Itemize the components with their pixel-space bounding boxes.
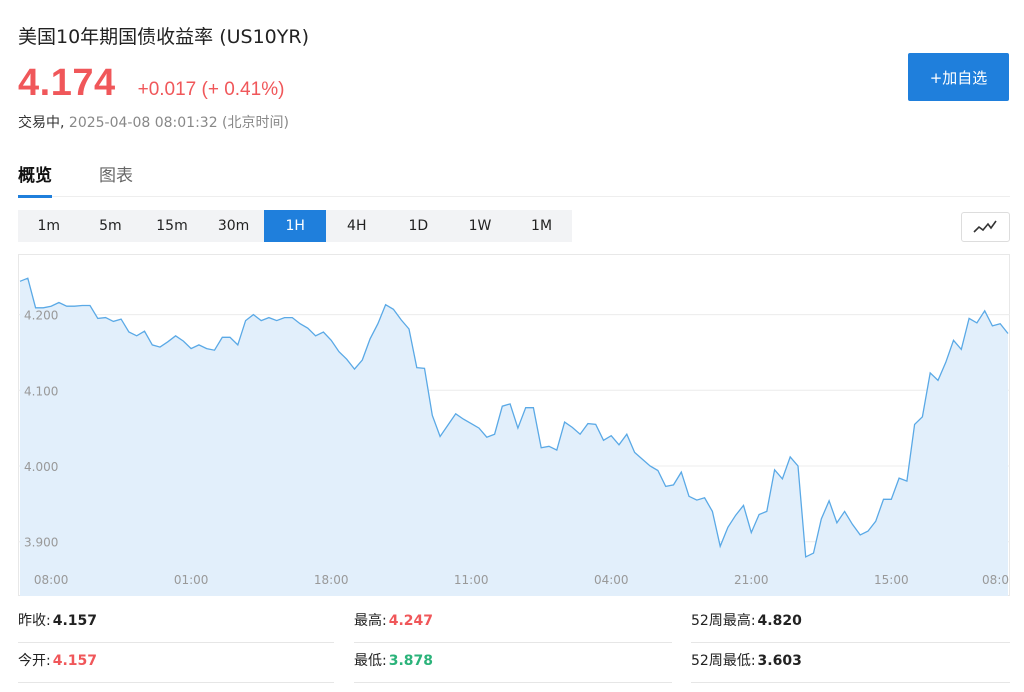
y-tick-label: 4.200: [24, 309, 58, 323]
x-tick-label: 08:00: [34, 573, 69, 587]
x-tick-label: 08:0: [982, 573, 1009, 587]
stat-label: 昨收:: [18, 613, 51, 629]
y-tick-label: 4.000: [24, 460, 58, 474]
stat-low: 最低: 3.878: [354, 642, 672, 683]
stat-value: 4.820: [757, 613, 802, 629]
tab-chart[interactable]: 图表: [99, 161, 133, 186]
stat-label: 最高:: [354, 613, 387, 629]
price-chart[interactable]: 4.200 4.100 4.000 3.900 08:00 01:00 18:00 11:00…: [18, 254, 1010, 596]
stat-52w-high: 52周最高: 4.820: [691, 602, 1010, 643]
x-tick-label: 11:00: [454, 573, 489, 587]
stat-label: 52周最低:: [691, 653, 756, 669]
interval-15m[interactable]: 15m: [141, 210, 203, 242]
x-tick-label: 18:00: [314, 573, 349, 587]
interval-selector: 1m 5m 15m 30m 1H 4H 1D 1W 1M: [18, 210, 573, 242]
stat-high: 最高: 4.247: [354, 602, 672, 643]
x-tick-label: 21:00: [734, 573, 769, 587]
timestamp: 2025-04-08 08:01:32 (北京时间): [68, 115, 289, 131]
current-price: 4.174: [18, 62, 116, 104]
price-change: +0.017 (+ 0.41%): [137, 79, 285, 100]
line-chart-icon: [973, 220, 997, 233]
trading-status: 交易中, 2025-04-08 08:01:32 (北京时间): [18, 112, 289, 132]
x-tick-label: 15:00: [874, 573, 909, 587]
stat-label: 今开:: [18, 653, 51, 669]
stat-value: 4.157: [52, 613, 98, 629]
stat-value: 4.157: [52, 653, 98, 669]
stat-prev-close: 昨收: 4.157: [18, 602, 334, 643]
interval-1m[interactable]: 1m: [18, 210, 80, 242]
stat-value: 4.247: [388, 613, 434, 629]
y-tick-label: 3.900: [24, 536, 58, 550]
page-title: 美国10年期国债收益率 (US10YR): [18, 26, 309, 48]
stat-value: 3.603: [757, 653, 802, 669]
interval-5m[interactable]: 5m: [80, 210, 142, 242]
x-tick-label: 04:00: [594, 573, 629, 587]
x-tick-label: 01:00: [174, 573, 209, 587]
status-label: 交易中,: [18, 115, 65, 131]
stat-52w-low: 52周最低: 3.603: [691, 642, 1010, 683]
interval-30m[interactable]: 30m: [203, 210, 265, 242]
stat-label: 最低:: [354, 653, 387, 669]
interval-1d[interactable]: 1D: [388, 210, 450, 242]
interval-1w[interactable]: 1W: [449, 210, 511, 242]
interval-1mo[interactable]: 1M: [511, 210, 573, 242]
tab-bar: 概览 图表: [18, 158, 1010, 198]
price-row: 4.174 +0.017 (+ 0.41%): [18, 62, 284, 105]
interval-4h[interactable]: 4H: [326, 210, 388, 242]
stat-open: 今开: 4.157: [18, 642, 334, 683]
add-watchlist-button[interactable]: +加自选: [908, 53, 1009, 101]
stat-value: 3.878: [388, 653, 434, 669]
interval-1h[interactable]: 1H: [264, 210, 326, 242]
tab-overview[interactable]: 概览: [18, 161, 52, 198]
y-tick-label: 4.100: [24, 384, 58, 398]
chart-type-toggle[interactable]: [961, 212, 1010, 242]
stat-label: 52周最高:: [691, 613, 756, 629]
